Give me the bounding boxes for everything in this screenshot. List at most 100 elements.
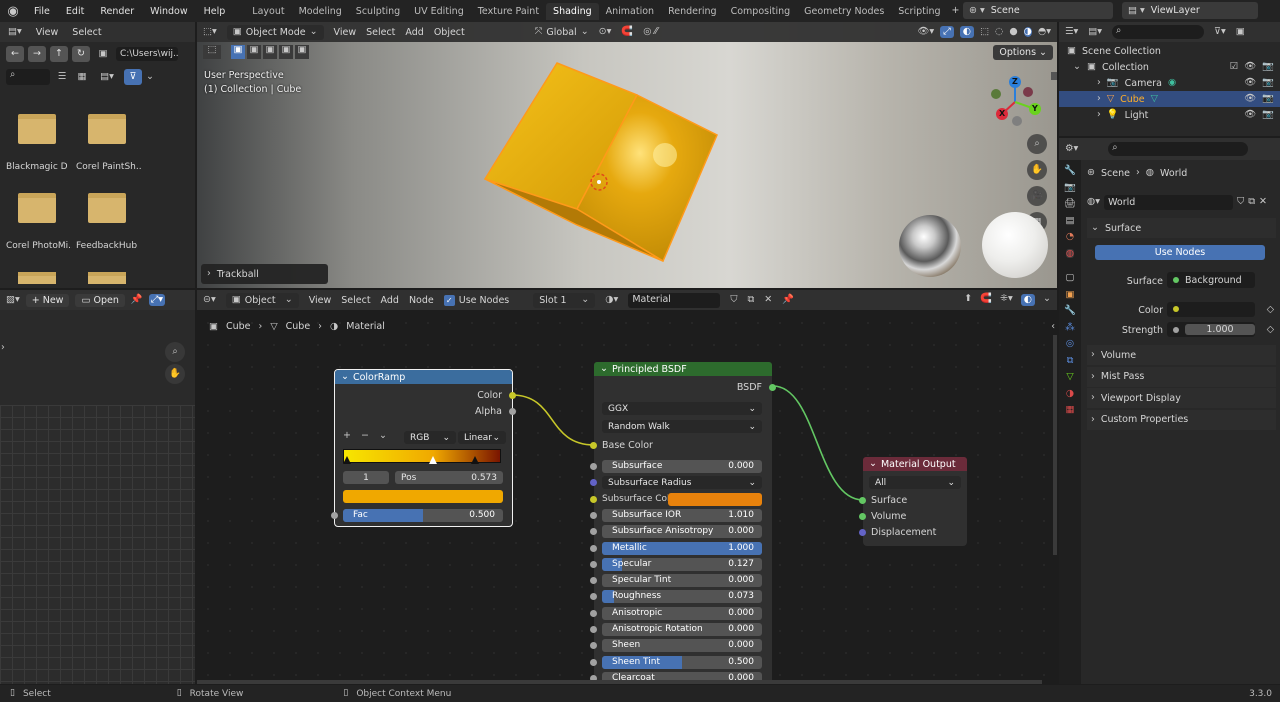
socket-alpha-out[interactable] [509,408,516,415]
socket-input[interactable] [590,511,597,519]
texture-tab-icon[interactable]: ▦ [1066,405,1075,415]
select-intersect-icon[interactable]: ▣ [295,45,309,59]
add-stop-icon[interactable]: + [343,431,351,441]
fb-menu-select[interactable]: Select [72,27,101,38]
camera-render-icon[interactable]: 📷 [1262,62,1274,72]
socket-input[interactable] [590,495,597,503]
new-collection-icon[interactable]: ▣ [1236,27,1245,37]
bsdf-field-specular-tint[interactable]: Specular Tint 0.000 [602,574,762,588]
sidebar-toggle-icon[interactable]: › [1,343,5,353]
sss-method-dropdown[interactable]: Random Walk ⌄ [602,420,762,433]
color-mode-dropdown[interactable]: RGB ⌄ [404,431,456,444]
tab-animation[interactable]: Animation [599,3,661,20]
keyframe-icon[interactable]: ◇ [1267,325,1274,335]
fac-slider[interactable]: Fac 0.500 [343,509,503,522]
material-tab-icon[interactable]: ◑ [1066,388,1074,399]
cube-object[interactable] [477,57,737,267]
duplicate-icon[interactable]: ⧉ [1248,197,1255,207]
select-extend-icon[interactable]: ▣ [247,45,261,59]
tab-compositing[interactable]: Compositing [724,3,798,20]
keyframe-icon[interactable]: ◇ [1267,305,1274,315]
panel-mist-pass[interactable]: › Mist Pass [1087,366,1276,387]
new-image-button[interactable]: + New [25,293,70,307]
socket-basecolor-in[interactable] [590,442,597,449]
constraints-tab-icon[interactable]: ⧉ [1067,355,1074,366]
tab-modeling[interactable]: Modeling [292,3,349,20]
path-field[interactable]: C:\Users\wij... [116,47,178,61]
node-editor[interactable]: ⊝▾ ▣ Object ⌄ View Select Add Node ✓ Use … [197,290,1057,684]
tab-rendering[interactable]: Rendering [661,3,724,20]
strength-field[interactable]: 1.000 [1167,322,1255,337]
data-tab-icon[interactable]: ▽ [1066,372,1073,382]
outliner-search-input[interactable]: ⌕ [1112,25,1205,39]
bsdf-field-subsurface[interactable]: Subsurface 0.000 [602,460,762,473]
socket-input[interactable] [590,626,597,633]
select-subtract-icon[interactable]: ▣ [263,45,277,59]
parent-dir-icon[interactable]: ↑ [50,46,68,62]
pin-icon[interactable]: 📌 [131,295,143,305]
eye-icon[interactable]: 👁 [1244,78,1256,88]
socket-surface-in[interactable] [859,497,866,504]
blender-logo-icon[interactable]: ◉ [0,5,26,18]
menu-window[interactable]: Window [142,6,195,17]
display-mode-icon[interactable]: ▤▾ [1088,27,1102,37]
bsdf-field-specular[interactable]: Specular 0.127 [602,557,762,571]
file-item[interactable]: Corel PaintSh... [74,110,142,185]
file-item[interactable]: FeedbackHub [74,189,142,264]
properties-search-input[interactable]: ⌕ [1108,142,1249,156]
stop-pos-field[interactable]: Pos 0.573 [395,471,503,484]
eye-icon[interactable]: 👁 [1244,94,1256,104]
particles-tab-icon[interactable]: ⁂ [1065,322,1075,333]
collection-tab-icon[interactable]: ▢ [1066,273,1075,283]
list-view-icon[interactable]: ☰ [54,72,70,82]
viewport-editor-type-icon[interactable]: ⬚▾ [203,27,217,37]
socket-displacement-in[interactable] [859,529,866,536]
expand-icon[interactable]: ⌄ [1073,62,1081,72]
sort-icon[interactable]: ▤▾ [94,72,120,82]
world-datablock[interactable]: ◍▾ World ⛉ ⧉ ✕ [1087,194,1267,210]
output-tab-icon[interactable]: 🖨 [1064,199,1076,209]
camera-view-icon[interactable]: 🎥 [1027,186,1047,206]
open-image-button[interactable]: ▭ Open [75,293,125,307]
pan-hand-icon[interactable]: ✋ [165,364,185,384]
ramp-stop-handle[interactable] [428,456,437,464]
navigation-gizmo[interactable]: Z X Y [987,74,1047,130]
bsdf-field-subsurface-anisotropy[interactable]: Subsurface Anisotropy 0.000 [602,525,762,539]
socket-bsdf-out[interactable] [769,384,776,391]
socket-input[interactable] [590,479,597,487]
filter-icon[interactable]: ⊽ [124,69,142,85]
mode-selector[interactable]: ▣ Object Mode ⌄ [226,24,324,40]
unlink-icon[interactable]: ✕ [1259,197,1267,207]
snap-icon[interactable]: 🧲 [621,27,633,37]
bsdf-field-metallic[interactable]: Metallic 1.000 [602,541,762,555]
overlay-toggle-icon[interactable]: ◐ [959,26,975,38]
socket-input[interactable] [590,560,597,568]
horizontal-scrollbar[interactable] [197,680,1042,684]
filter-icon[interactable]: ⊽▾ [1214,27,1226,37]
tab-texture-paint[interactable]: Texture Paint [471,3,546,20]
proportional-edit-icon[interactable]: ◎ ⁄⁄ [643,27,657,37]
bsdf-field-sheen[interactable]: Sheen 0.000 [602,639,762,653]
back-icon[interactable]: ← [6,46,24,62]
zoom-icon[interactable]: ⌕ [165,342,185,362]
panel-viewport-display[interactable]: › Viewport Display [1087,388,1276,408]
menu-render[interactable]: Render [92,6,142,17]
select-difference-icon[interactable]: ▣ [279,45,293,59]
new-folder-icon[interactable]: ▣ [94,49,112,59]
file-item[interactable]: Blackmagic D [4,110,72,185]
socket-input[interactable] [590,528,597,536]
ramp-stop-handle[interactable] [470,456,479,464]
shading-rendered-icon[interactable]: ◓▾ [1038,27,1051,37]
vp-menu-object[interactable]: Object [434,27,465,38]
viewport-3d[interactable]: ⬚▾ ▣ Object Mode ⌄ View Select Add Objec… [197,22,1057,288]
panel-custom-properties[interactable]: › Custom Properties [1087,409,1276,430]
collapse-icon[interactable]: ⌄ [869,459,877,469]
socket-input[interactable] [590,609,597,617]
image-editor-icon[interactable]: ▨▾ [6,295,20,305]
socket-input[interactable] [590,658,597,666]
camera-render-icon[interactable]: 📷 [1262,110,1274,120]
material-output-node[interactable]: ⌄ Material Output All ⌄ Surface Volume Di… [859,457,967,546]
expand-icon[interactable]: › [1097,94,1101,104]
surface-panel-header[interactable]: ⌄ Surface [1087,218,1276,238]
shading-material-icon[interactable]: ◑ [1023,27,1032,37]
